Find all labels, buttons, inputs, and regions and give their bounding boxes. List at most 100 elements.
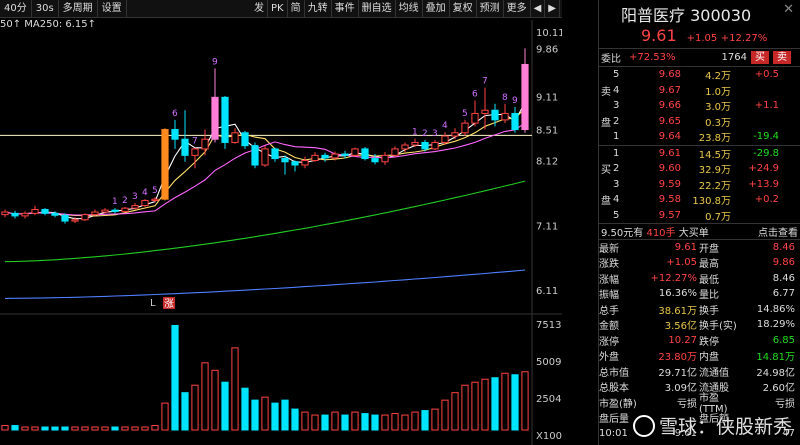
candle xyxy=(101,209,109,213)
volume-bar xyxy=(11,425,19,431)
td-count-label: 9 xyxy=(512,96,518,106)
settings-button[interactable]: 设置 xyxy=(98,0,127,18)
bid-level-1[interactable]: 1 9.61 14.5万 -29.8 xyxy=(599,146,800,162)
price-change: +1.05 xyxy=(686,33,718,44)
prev-close-label: 8.51 xyxy=(536,125,558,136)
book-price: 9.61 xyxy=(658,147,681,159)
volume-bar xyxy=(481,378,489,431)
volume-bar xyxy=(421,410,429,431)
quote-key: 跌停 xyxy=(699,336,719,348)
candle xyxy=(281,158,289,163)
stock-name-code: 阳普医疗 300030 xyxy=(621,6,752,25)
book-volume: 32.9万 xyxy=(698,165,731,177)
moving-average-lines xyxy=(4,102,526,299)
more-button[interactable]: 更多 xyxy=(504,0,531,18)
sell-button[interactable]: 卖 xyxy=(773,51,791,64)
quote-value: 3.56亿 xyxy=(664,321,697,333)
buy-button[interactable]: 买 xyxy=(751,51,769,64)
quote-value: 29.71亿 xyxy=(658,367,697,379)
book-volume: 3.0万 xyxy=(705,102,731,114)
candle xyxy=(441,135,449,143)
ask-level-4[interactable]: 卖 4 9.67 1.0万 xyxy=(599,83,800,99)
book-volume: 4.2万 xyxy=(705,71,731,83)
candle xyxy=(81,214,89,221)
volume-bar xyxy=(521,371,529,431)
remove-watchlist-button[interactable]: 删自选 xyxy=(359,0,396,18)
candle xyxy=(111,209,119,212)
adjust-button[interactable]: 复权 xyxy=(450,0,477,18)
quote-value: 18.29% xyxy=(756,319,795,331)
close-icon[interactable]: ✕ xyxy=(783,2,794,17)
candle xyxy=(511,112,519,131)
ma-button[interactable]: 均线 xyxy=(396,0,423,18)
candle xyxy=(301,159,309,166)
quote-key: 市盈(静) xyxy=(599,398,637,410)
ask-level-3[interactable]: 3 9.66 3.0万 +1.1 xyxy=(599,98,800,114)
volume-axis: 7513 5009 2504 X100 xyxy=(536,320,562,442)
kline-chart[interactable]: 10.119.118.127.116.11 751350092504X100 9… xyxy=(0,20,562,445)
bid-level-2[interactable]: 买 2 9.60 32.9万 +24.9 xyxy=(599,161,800,177)
forecast-button[interactable]: 预测 xyxy=(477,0,504,18)
td-count-label: 6 xyxy=(172,109,178,119)
click-view-link[interactable]: 点击查看 xyxy=(758,224,800,239)
volume-tick-label: X100 xyxy=(536,431,562,442)
bid-level-4[interactable]: 盘 4 9.58 130.8万 +0.2 xyxy=(599,192,800,208)
last-price: 9.61 xyxy=(641,26,677,45)
quote-key: 总市值 xyxy=(599,367,629,379)
volume-bar xyxy=(281,399,289,431)
quote-key: 最高 xyxy=(699,259,719,271)
volume-bar xyxy=(501,372,509,431)
multi-period-button[interactable]: 多周期 xyxy=(59,0,98,18)
watermark-text: 雪球：侠股新秀 xyxy=(658,416,792,438)
candle xyxy=(391,148,399,156)
book-level: 1 xyxy=(613,131,620,143)
volume-bar xyxy=(431,408,439,431)
volume-bar xyxy=(461,384,469,431)
candles xyxy=(1,48,529,224)
overlay-button[interactable]: 叠加 xyxy=(423,0,450,18)
post-button[interactable]: 发 xyxy=(251,0,268,18)
pk-button[interactable]: PK xyxy=(268,0,288,18)
expand-right-icon[interactable]: ▶ xyxy=(545,0,560,18)
volume-bar xyxy=(41,426,49,431)
period-selector[interactable]: 40分 xyxy=(0,0,32,18)
simple-button[interactable]: 简 xyxy=(288,0,305,18)
book-volume: 1.0万 xyxy=(705,86,731,98)
volume-bar xyxy=(371,414,379,431)
ask-level-1[interactable]: 1 9.64 23.8万 -19.4 xyxy=(599,129,800,145)
volume-bar xyxy=(21,426,29,431)
quote-key: 涨跌 xyxy=(599,259,619,271)
candle xyxy=(451,132,459,137)
volume-bar xyxy=(171,324,179,431)
volume-bar xyxy=(71,426,79,431)
price-line: 9.61 +1.05 +12.27% xyxy=(599,26,800,48)
quote-key: 涨幅 xyxy=(599,274,619,286)
td-count-label: 2 xyxy=(122,196,128,206)
volume-bar xyxy=(1,425,9,431)
quote-key: 量比 xyxy=(699,290,719,302)
collapse-left-icon[interactable]: ◀ xyxy=(531,0,546,18)
order-diff-value: 1764 xyxy=(721,52,747,63)
volume-bar xyxy=(511,374,519,431)
td-count-label: 3 xyxy=(132,192,138,202)
candle xyxy=(261,148,269,166)
book-price: 9.60 xyxy=(658,163,681,175)
book-volume: 0.7万 xyxy=(705,211,731,223)
ask-level-5[interactable]: 5 9.68 4.2万 +0.5 xyxy=(599,67,800,83)
quote-row: 金额 3.56亿 换手(实) 18.29% xyxy=(599,317,800,333)
quote-key: 最新 xyxy=(599,243,619,255)
nine-turn-button[interactable]: 九转 xyxy=(305,0,332,18)
bid-level-5[interactable]: 5 9.57 0.7万 xyxy=(599,208,800,224)
volume-bar xyxy=(181,392,189,431)
book-level: 2 xyxy=(613,115,620,127)
ask-level-2[interactable]: 盘 2 9.65 0.3万 xyxy=(599,114,800,130)
book-level: 2 xyxy=(613,163,620,175)
book-level: 3 xyxy=(613,178,620,190)
book-price: 9.67 xyxy=(658,84,681,96)
events-button[interactable]: 事件 xyxy=(332,0,359,18)
bid-level-3[interactable]: 3 9.59 22.2万 +13.9 xyxy=(599,177,800,193)
watermark: 雪球：侠股新秀 xyxy=(632,412,792,439)
volume-bar xyxy=(31,426,39,431)
interval-selector[interactable]: 30s xyxy=(32,0,59,18)
candle xyxy=(501,112,509,121)
